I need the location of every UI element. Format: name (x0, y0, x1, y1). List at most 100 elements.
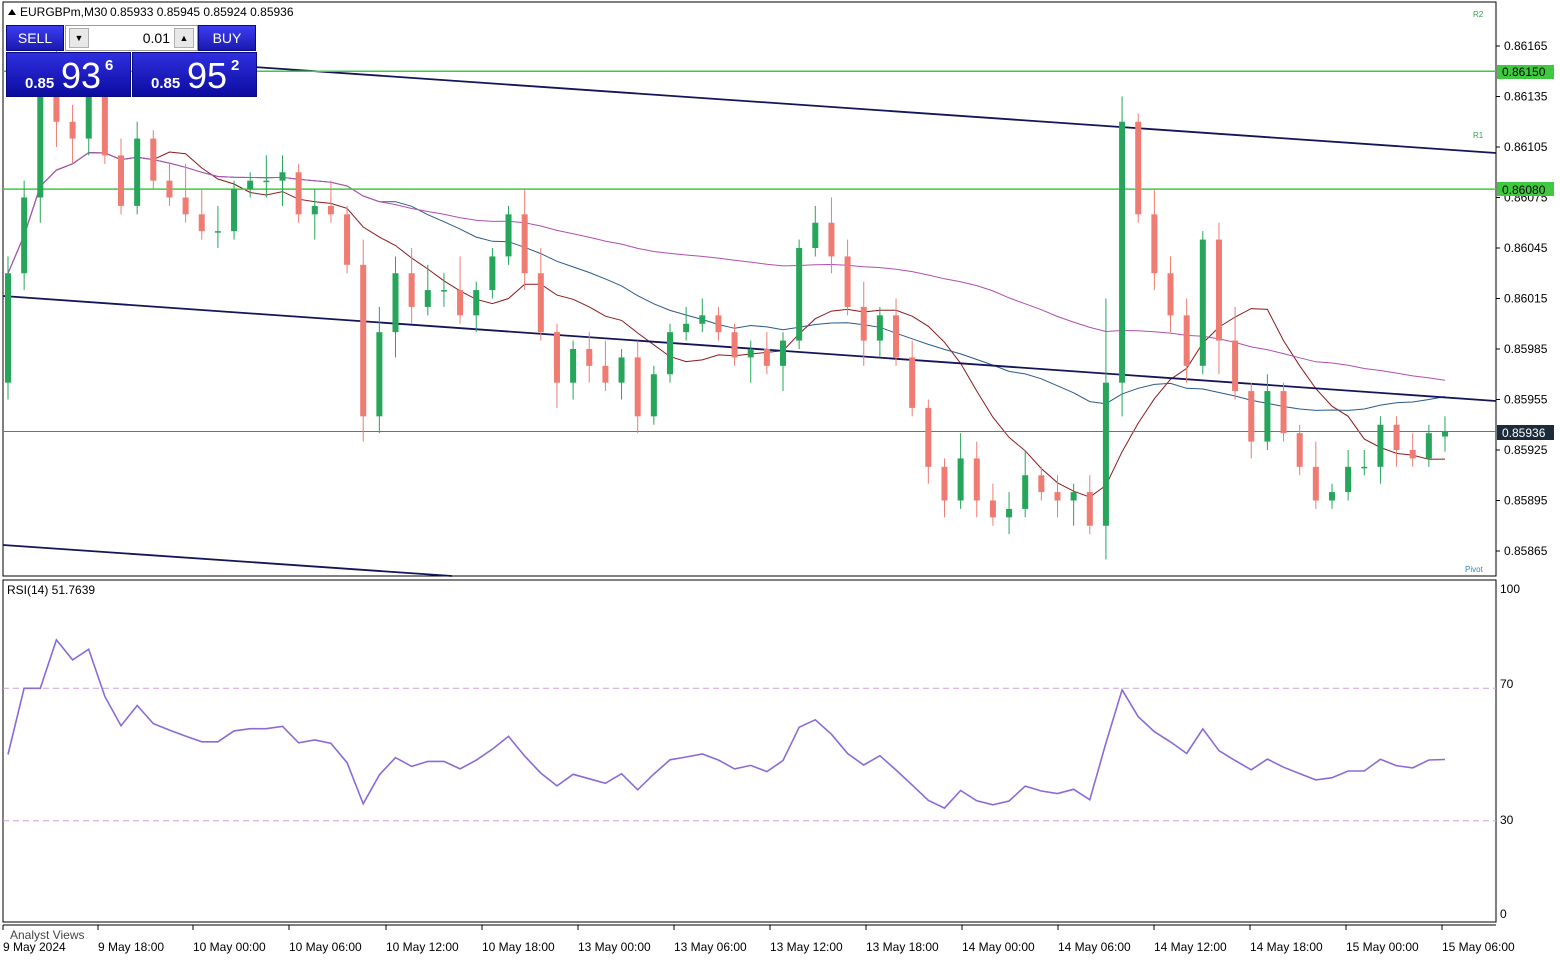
candle[interactable] (666, 323, 673, 383)
candle-body (666, 332, 673, 375)
candle-body (1232, 340, 1239, 392)
candle-body (618, 357, 625, 383)
candle-body (295, 172, 302, 215)
candle[interactable] (505, 205, 512, 265)
candle-body (844, 256, 851, 307)
lot-decrease-icon[interactable]: ▼ (69, 28, 89, 48)
current-price-value: 0.85936 (1502, 426, 1546, 440)
candle-body (1215, 239, 1222, 341)
candle-body (5, 273, 11, 383)
candle[interactable] (344, 205, 351, 274)
time-tick-label: 14 May 06:00 (1058, 940, 1131, 954)
price-tick-label: 0.86165 (1504, 39, 1548, 53)
candle-body (537, 273, 544, 333)
candle-body (925, 407, 932, 467)
time-tick-label: 10 May 18:00 (482, 940, 555, 954)
price-tick-label: 0.85895 (1504, 494, 1548, 508)
time-tick-label: 10 May 00:00 (193, 940, 266, 954)
candle-body (489, 256, 496, 291)
candle-body (457, 290, 464, 316)
candle-body (37, 88, 44, 198)
r1-value: 0.86080 (1502, 183, 1546, 197)
candle-body (1102, 382, 1109, 526)
candle-body (134, 138, 141, 206)
r1-label: R1 (1473, 131, 1484, 140)
candle-body (69, 121, 76, 139)
price-tick-label: 0.86045 (1504, 241, 1548, 255)
r2-value: 0.86150 (1502, 65, 1546, 79)
candle-body (1054, 492, 1061, 501)
r2-label: R2 (1473, 10, 1484, 19)
candle[interactable] (231, 180, 238, 240)
candle-body (731, 332, 738, 358)
candle-body (1086, 492, 1093, 526)
candle-body (957, 458, 964, 501)
candle-body (941, 466, 948, 501)
sell-price-quote[interactable]: 0.85 93 6 (6, 52, 131, 97)
candle-body (424, 290, 431, 307)
candle[interactable] (101, 88, 108, 164)
candle[interactable] (360, 239, 367, 442)
price-tick-label: 0.85985 (1504, 342, 1548, 356)
candle-body (989, 500, 996, 518)
candle-body (1199, 239, 1206, 366)
candle-body (1312, 466, 1319, 501)
candle[interactable] (5, 256, 11, 400)
candle-body (1135, 121, 1142, 215)
candle-body (521, 214, 528, 274)
lot-size-input[interactable] (92, 29, 170, 47)
price-tick-label: 0.86135 (1504, 90, 1548, 104)
time-tick-label: 14 May 18:00 (1250, 940, 1323, 954)
candle-body (650, 374, 657, 417)
candle[interactable] (650, 365, 657, 425)
buy-price-prefix: 0.85 (151, 75, 181, 92)
candle-body (1070, 492, 1077, 501)
candle[interactable] (1135, 113, 1142, 223)
candle-body (586, 349, 593, 366)
candle-body (1151, 214, 1158, 274)
candle-body (893, 315, 900, 358)
price-tick-label: 0.85865 (1504, 544, 1548, 558)
time-tick-label: 15 May 00:00 (1346, 940, 1419, 954)
time-tick-label: 10 May 06:00 (289, 940, 362, 954)
candle-body (973, 458, 980, 501)
pivot-label: Pivot (1465, 565, 1484, 574)
candle-body (1264, 391, 1271, 442)
candle[interactable] (796, 239, 803, 349)
candle-body (812, 222, 819, 248)
time-tick-label: 14 May 12:00 (1154, 940, 1227, 954)
sell-button[interactable]: SELL (6, 25, 64, 51)
candle-body (699, 315, 706, 324)
sell-price-big: 93 (61, 55, 102, 96)
lot-increase-icon[interactable]: ▲ (174, 28, 194, 48)
price-tick-label: 0.86105 (1504, 140, 1548, 154)
candle-body (440, 290, 447, 292)
candle[interactable] (1280, 382, 1287, 442)
candle[interactable] (295, 163, 302, 223)
buy-price-quote[interactable]: 0.85 95 2 (132, 52, 257, 97)
time-tick-label: 13 May 00:00 (578, 940, 651, 954)
rsi-tick-30: 30 (1500, 813, 1514, 827)
chart-canvas[interactable]: EURGBPm,M30 0.85933 0.85945 0.85924 0.85… (0, 0, 1560, 960)
candle-body (876, 315, 883, 341)
buy-button[interactable]: BUY (198, 25, 256, 51)
candle-body (214, 231, 221, 233)
price-tick-label: 0.86015 (1504, 292, 1548, 306)
candle-body (118, 155, 125, 206)
candle-body (570, 349, 577, 383)
buy-price-sup: 2 (231, 57, 240, 74)
candle-body (505, 214, 512, 257)
candle[interactable] (150, 130, 157, 190)
time-tick-label: 10 May 12:00 (386, 940, 459, 954)
time-tick-label: 9 May 2024 (3, 940, 66, 954)
candle-body (683, 323, 690, 333)
candle[interactable] (1119, 96, 1126, 417)
candle-body (1119, 121, 1126, 383)
sell-price-sup: 6 (105, 57, 114, 74)
time-tick-label: 14 May 00:00 (962, 940, 1035, 954)
candle[interactable] (1199, 231, 1206, 375)
candle-body (1296, 433, 1303, 467)
candle-body (1248, 391, 1255, 442)
candle-body (763, 349, 770, 366)
price-tick-label: 0.85925 (1504, 443, 1548, 457)
